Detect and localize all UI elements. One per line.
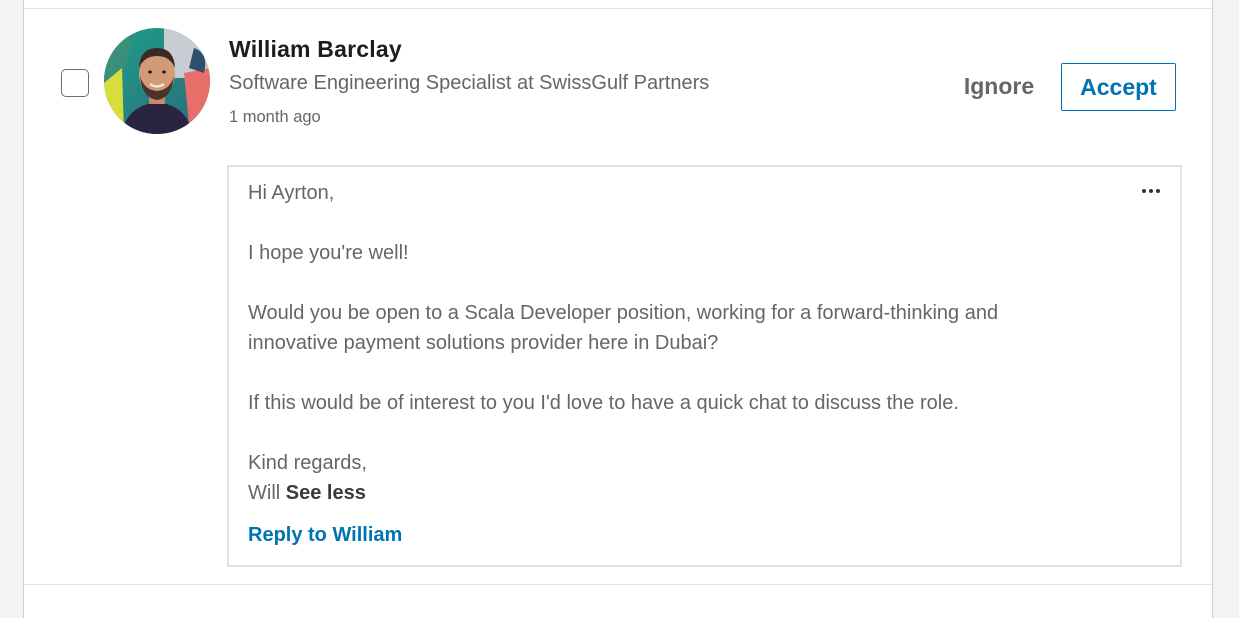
invitation-message: Hi Ayrton, I hope you're well! Would you…	[227, 165, 1182, 567]
invitation-time: 1 month ago	[229, 108, 321, 126]
reply-link[interactable]: Reply to William	[248, 524, 402, 547]
message-signature-row: Will See less	[248, 482, 366, 505]
sender-headline: Software Engineering Specialist at Swiss…	[229, 72, 710, 94]
avatar-photo-icon	[104, 28, 210, 134]
message-greeting: Hi Ayrton,	[248, 182, 335, 204]
message-closing: Kind regards,	[248, 452, 367, 474]
ignore-button[interactable]: Ignore	[954, 70, 1044, 102]
more-horizontal-icon	[1142, 189, 1160, 193]
message-line: Would you be open to a Scala Developer p…	[248, 302, 999, 324]
invitation-card: William Barclay Software Engineering Spe…	[23, 0, 1213, 618]
message-line: I hope you're well!	[248, 242, 409, 264]
sender-name[interactable]: William Barclay	[229, 36, 402, 63]
divider	[24, 8, 1212, 9]
divider	[24, 584, 1212, 585]
message-signature: Will	[248, 482, 281, 504]
more-options-button[interactable]	[1136, 181, 1166, 201]
accept-button[interactable]: Accept	[1061, 63, 1176, 111]
see-less-link[interactable]: See less	[286, 482, 366, 504]
message-line: innovative payment solutions provider he…	[248, 332, 719, 354]
select-checkbox[interactable]	[61, 69, 89, 97]
avatar[interactable]	[104, 28, 210, 134]
message-line: If this would be of interest to you I'd …	[248, 392, 959, 414]
